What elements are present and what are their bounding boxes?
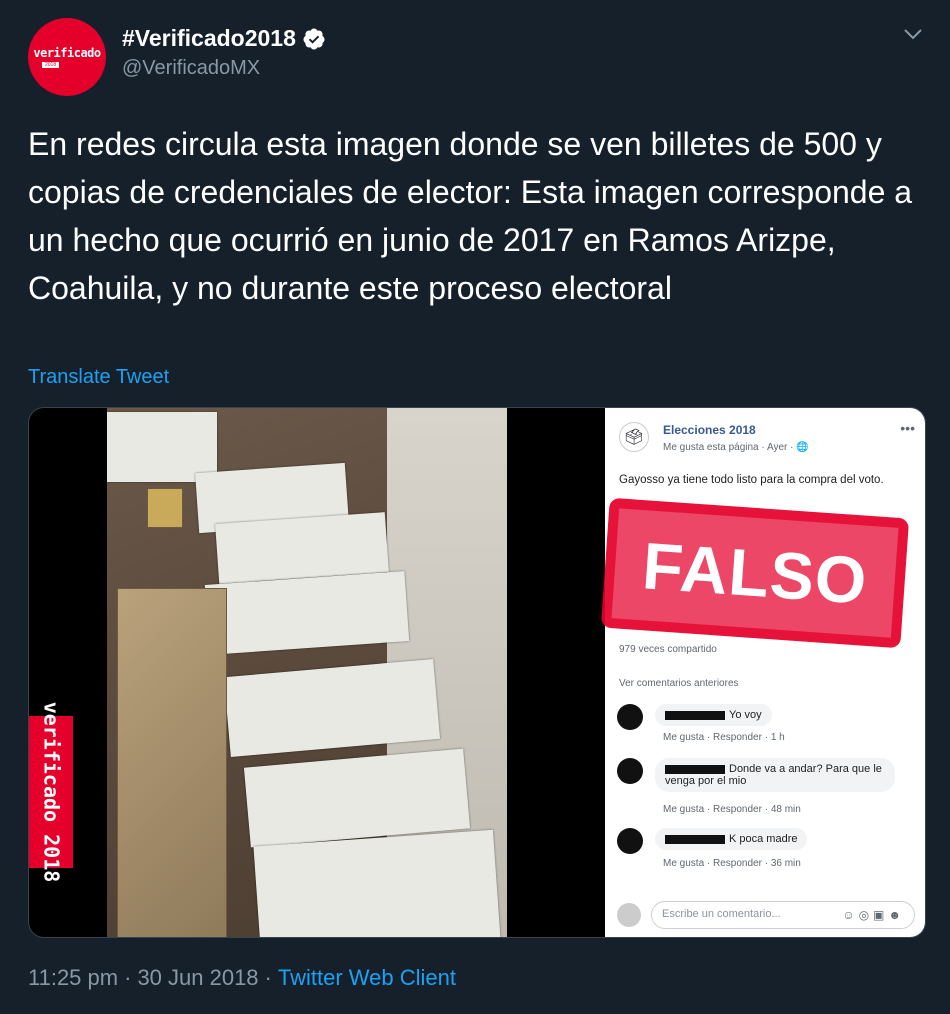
fb-comment-input: Escribe un comentario... ☺◎▣☻: [617, 901, 917, 931]
tweet-media[interactable]: verificado 2018 🗳 Elecciones 2018 Me gus…: [28, 407, 926, 938]
commenter-avatar: [617, 828, 643, 854]
translate-tweet-link[interactable]: Translate Tweet: [28, 366, 169, 389]
photo-paper: [204, 571, 410, 655]
tweet-time[interactable]: 11:25 pm: [28, 965, 118, 991]
falso-stamp: FALSO: [600, 497, 910, 649]
comment-text: Yo voy: [729, 709, 762, 721]
fb-shared-count: 979 veces compartido: [619, 644, 717, 655]
comment-tools-icon: ☺◎▣☻: [842, 908, 905, 922]
comment-bubble: Donde va a andar? Para que le venga por …: [655, 758, 895, 792]
comment-meta: Me gusta · Responder · 48 min: [663, 804, 801, 815]
avatar-wordmark: verificado: [33, 46, 101, 60]
redacted-name: [665, 834, 725, 844]
falso-stamp-text: FALSO: [640, 528, 870, 618]
fb-page-subtitle-text: Me gusta esta página · Ayer ·: [663, 442, 797, 453]
comment-text: K poca madre: [729, 833, 798, 845]
footer-separator: ·: [124, 965, 132, 990]
comment-meta: Me gusta · Responder · 1 h: [663, 732, 785, 743]
avatar-year: 2018: [42, 62, 60, 68]
chevron-down-icon[interactable]: [902, 26, 924, 42]
author-handle[interactable]: @VerificadoMX: [122, 57, 260, 80]
author-name-row[interactable]: #Verificado2018: [122, 25, 326, 52]
ballot-logo-icon: 🗳: [619, 422, 649, 452]
commenter-avatar: [617, 704, 643, 730]
photo-envelope: [147, 488, 183, 528]
evidence-photo: [107, 408, 507, 937]
comment-bubble: Yo voy: [655, 704, 772, 726]
tweet-client-link[interactable]: Twitter Web Client: [278, 965, 456, 991]
commenter-avatar: [617, 758, 643, 784]
verified-badge-icon: [303, 28, 325, 49]
tweet-date[interactable]: 30 Jun 2018: [137, 965, 258, 991]
fb-post-text: Gayosso ya tiene todo listo para la comp…: [619, 474, 884, 486]
author-name[interactable]: #Verificado2018: [122, 25, 296, 52]
tweet-footer: 11:25 pm · 30 Jun 2018 · Twitter Web Cli…: [28, 965, 456, 991]
user-avatar: [617, 903, 641, 927]
facebook-post-screenshot: 🗳 Elecciones 2018 Me gusta esta página ·…: [600, 408, 925, 937]
photo-bills: [117, 588, 227, 937]
tweet-text: En redes circula esta imagen donde se ve…: [28, 126, 913, 306]
photo-paper: [253, 829, 501, 937]
redacted-name: [665, 710, 725, 720]
fb-page-title: Elecciones 2018: [663, 423, 756, 437]
footer-separator: ·: [264, 965, 272, 990]
globe-icon: 🌐: [796, 442, 809, 453]
comment-bubble: K poca madre: [655, 828, 808, 850]
fb-more-comments: Ver comentarios anteriores: [619, 678, 739, 689]
comment-meta: Me gusta · Responder · 36 min: [663, 858, 801, 869]
redacted-name: [665, 764, 725, 774]
verificado-badge: verificado 2018: [29, 702, 73, 882]
photo-paper: [107, 412, 217, 482]
fb-page-subtitle: Me gusta esta página · Ayer · 🌐: [663, 442, 809, 453]
avatar[interactable]: verificado 2018: [28, 18, 106, 96]
verificado-badge-text: verificado 2018: [39, 701, 63, 883]
more-options-icon: •••: [900, 420, 915, 436]
